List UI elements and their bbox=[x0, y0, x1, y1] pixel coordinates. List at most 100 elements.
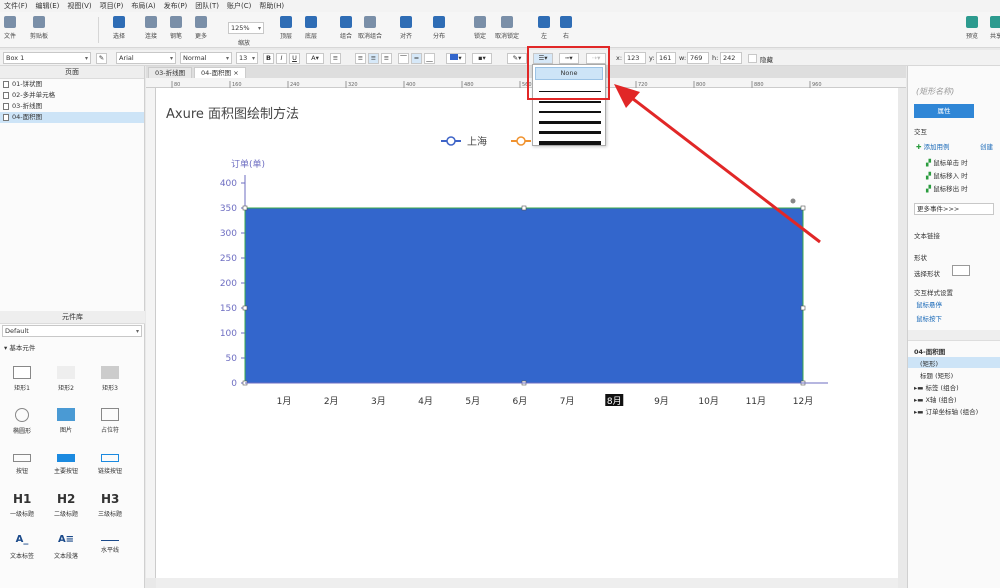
shape-section[interactable]: 形状 bbox=[914, 252, 927, 262]
line-width-option[interactable] bbox=[539, 141, 601, 145]
page-item-active[interactable]: 04-面积图 bbox=[0, 112, 144, 123]
widget-h2[interactable]: H2 二级标题 bbox=[44, 492, 88, 518]
share-button[interactable]: 共享 bbox=[990, 16, 1000, 40]
distribute-button[interactable]: 分布 bbox=[433, 16, 445, 40]
outline-item[interactable]: (矩形) bbox=[920, 358, 938, 368]
w-input[interactable]: 769 bbox=[687, 52, 709, 64]
unlock-button[interactable]: 取消锁定 bbox=[495, 16, 519, 40]
select-tool[interactable]: 选择 bbox=[113, 16, 125, 40]
menu-project[interactable]: 项目(P) bbox=[96, 0, 128, 12]
menu-file[interactable]: 文件(F) bbox=[0, 0, 32, 12]
menu-account[interactable]: 账户(C) bbox=[223, 0, 255, 12]
ungroup-button[interactable]: 取消组合 bbox=[358, 16, 382, 40]
style-icon[interactable]: ✎ bbox=[96, 53, 107, 64]
h-input[interactable]: 242 bbox=[720, 52, 742, 64]
outline-item[interactable]: ▸▬ 标签 (组合) bbox=[914, 382, 959, 392]
lock-button[interactable]: 锁定 bbox=[474, 16, 486, 40]
connect-tool[interactable]: 连接 bbox=[145, 16, 157, 40]
send-to-bottom-button[interactable]: 底层 bbox=[305, 16, 317, 40]
horizontal-scrollbar[interactable] bbox=[156, 578, 898, 588]
font-size-select[interactable]: 13 ▾ bbox=[236, 52, 258, 64]
shadow-button[interactable]: ▪▾ bbox=[472, 53, 492, 64]
pen-tool[interactable]: 钢笔 bbox=[170, 16, 182, 40]
widget-rect2[interactable]: 矩形2 bbox=[44, 366, 88, 392]
widget-primary-button[interactable]: 主要按钮 bbox=[44, 450, 88, 475]
valign-bottom-button[interactable]: ⎽ bbox=[424, 53, 435, 64]
widget-hline[interactable]: 水平线 bbox=[88, 534, 132, 554]
menu-edit[interactable]: 编辑(E) bbox=[32, 0, 64, 12]
valign-middle-button[interactable]: = bbox=[411, 53, 422, 64]
widget-label[interactable]: A_ 文本标签 bbox=[0, 534, 44, 560]
fill-color-button[interactable]: ▾ bbox=[446, 53, 466, 64]
shape-name-input[interactable]: (矩形名称) bbox=[916, 86, 954, 97]
outline-item[interactable]: ▸▬ X轴 (组合) bbox=[914, 394, 957, 404]
widget-h1[interactable]: H1 一级标题 bbox=[0, 492, 44, 518]
widget-h3[interactable]: H3 三级标题 bbox=[88, 492, 132, 518]
hide-checkbox[interactable] bbox=[748, 54, 757, 63]
line-color-button[interactable]: ✎▾ bbox=[507, 53, 527, 64]
left-button[interactable]: 左 bbox=[538, 16, 550, 40]
text-link-section[interactable]: 文本链接 bbox=[914, 230, 940, 240]
menu-help[interactable]: 帮助(H) bbox=[255, 0, 288, 12]
line-width-option[interactable] bbox=[539, 111, 601, 113]
event-mouseleave[interactable]: ▞ 鼠标移出 时 bbox=[926, 183, 968, 193]
preview-button[interactable]: 预览 bbox=[966, 16, 978, 40]
group-button[interactable]: 组合 bbox=[340, 16, 352, 40]
file-button[interactable]: 文件 bbox=[4, 16, 16, 40]
font-select[interactable]: Arial ▾ bbox=[116, 52, 176, 64]
more-events-select[interactable]: 更多事件>>> bbox=[914, 203, 994, 215]
section-basic[interactable]: ▾ 基本元件 bbox=[0, 336, 145, 358]
hover-style-link[interactable]: 鼠标悬停 bbox=[916, 299, 942, 309]
create-link[interactable]: 创建 bbox=[980, 141, 993, 151]
align-button[interactable]: 对齐 bbox=[400, 16, 412, 40]
font-weight-select[interactable]: Normal ▾ bbox=[180, 52, 232, 64]
menu-team[interactable]: 团队(T) bbox=[191, 0, 223, 12]
bring-to-top-button[interactable]: 顶层 bbox=[280, 16, 292, 40]
x-input[interactable]: 123 bbox=[624, 52, 646, 64]
right-button[interactable]: 右 bbox=[560, 16, 572, 40]
font-color-button[interactable]: A▾ bbox=[306, 53, 324, 64]
tab-line-chart[interactable]: 03-折线图 bbox=[148, 67, 193, 78]
align-right-text-button[interactable]: ≡ bbox=[381, 53, 392, 64]
widget-link-button[interactable]: 链接按钮 bbox=[88, 450, 132, 475]
widget-image[interactable]: 图片 bbox=[44, 408, 88, 434]
underline-button[interactable]: U bbox=[289, 53, 300, 64]
add-case-link[interactable]: ✚ 添加用例 bbox=[916, 141, 950, 151]
shape-picker[interactable] bbox=[952, 265, 970, 276]
press-style-link[interactable]: 鼠标按下 bbox=[916, 313, 942, 323]
element-select[interactable]: Box 1 ▾ bbox=[3, 52, 91, 64]
widget-ellipse[interactable]: 椭圆形 bbox=[0, 408, 44, 435]
menu-layout[interactable]: 布局(A) bbox=[127, 0, 159, 12]
widget-rect3[interactable]: 矩形3 bbox=[88, 366, 132, 392]
library-select[interactable]: Default ▾ bbox=[2, 325, 142, 337]
page-item[interactable]: 02-多并单元格 bbox=[0, 90, 144, 101]
widget-paragraph[interactable]: A≡ 文本段落 bbox=[44, 534, 88, 560]
widget-placeholder[interactable]: 占位符 bbox=[88, 408, 132, 434]
bold-button[interactable]: B bbox=[263, 53, 274, 64]
menu-publish[interactable]: 发布(P) bbox=[160, 0, 192, 12]
zoom-select[interactable]: 125% ▾ bbox=[228, 22, 264, 34]
align-center-text-button[interactable]: ≡ bbox=[368, 53, 379, 64]
tab-properties[interactable]: 属性 bbox=[914, 104, 974, 118]
valign-top-button[interactable]: ⎺ bbox=[398, 53, 409, 64]
page-item[interactable]: 01-饼状图 bbox=[0, 79, 144, 90]
list-button[interactable]: ≡ bbox=[330, 53, 341, 64]
clipboard-button[interactable]: 剪贴板 bbox=[30, 16, 48, 40]
menu-view[interactable]: 视图(V) bbox=[63, 0, 95, 12]
widget-rect1[interactable]: 矩形1 bbox=[0, 366, 44, 392]
line-width-option[interactable] bbox=[539, 101, 601, 103]
close-icon[interactable]: × bbox=[233, 69, 238, 77]
outline-item[interactable]: 标题 (矩形) bbox=[920, 370, 953, 380]
tab-area-chart[interactable]: 04-面积图 × bbox=[194, 67, 246, 78]
event-click[interactable]: ▞ 鼠标单击 时 bbox=[926, 157, 968, 167]
y-input[interactable]: 161 bbox=[656, 52, 676, 64]
outline-item[interactable]: ▸▬ 订单坐标轴 (组合) bbox=[914, 406, 978, 416]
page-item[interactable]: 03-折线图 bbox=[0, 101, 144, 112]
align-left-text-button[interactable]: ≡ bbox=[355, 53, 366, 64]
line-width-option[interactable] bbox=[539, 131, 601, 134]
italic-button[interactable]: I bbox=[276, 53, 287, 64]
interaction-section[interactable]: 交互 bbox=[914, 126, 927, 136]
more-tools[interactable]: 更多 bbox=[195, 16, 207, 40]
event-mouseenter[interactable]: ▞ 鼠标移入 时 bbox=[926, 170, 968, 180]
line-width-option[interactable] bbox=[539, 121, 601, 124]
